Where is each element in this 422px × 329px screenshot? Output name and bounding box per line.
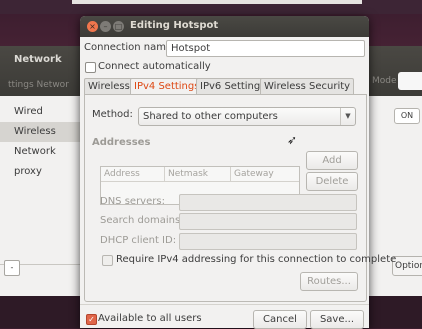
search-domains-field[interactable] (179, 213, 357, 230)
delete-button[interactable]: Delete (306, 172, 358, 191)
dns-servers-field[interactable] (179, 194, 357, 211)
add-button[interactable]: Add (306, 151, 358, 170)
dropdown-arrow-icon: ▼ (340, 108, 355, 125)
remove-device-button[interactable]: - (4, 260, 20, 276)
device-item-wireless[interactable]: Wireless (0, 122, 82, 142)
maximize-icon[interactable]: □ (113, 21, 124, 32)
tab-ipv6-settings[interactable]: IPv6 Settings (196, 78, 270, 94)
tab-wireless-security[interactable]: Wireless Security (260, 78, 355, 94)
tab-wireless[interactable]: Wireless (84, 78, 134, 94)
device-item-wired[interactable]: Wired (0, 102, 82, 122)
mode-field[interactable] (398, 72, 422, 90)
footer-divider (80, 304, 369, 305)
network-tabs: ttings Networ (8, 80, 69, 90)
dns-servers-label: DNS servers: (100, 196, 165, 207)
connection-name-label: Connection name: (84, 42, 176, 53)
method-label: Method: (92, 109, 133, 120)
dhcp-client-id-label: DHCP client ID: (100, 235, 177, 246)
editing-hotspot-dialog: × – □ Editing Hotspot Connection name: H… (80, 16, 396, 329)
column-gateway: Gateway (234, 169, 274, 179)
mouse-pointer-icon: ➶ (287, 133, 298, 147)
tab-ipv4-settings[interactable]: IPv4 Settings (130, 78, 204, 95)
dialog-titlebar: × – □ Editing Hotspot (80, 16, 369, 37)
search-domains-label: Search domains: (100, 215, 184, 226)
device-item-network-proxy[interactable]: Network proxy (0, 142, 82, 177)
network-title: Network (14, 54, 62, 65)
dhcp-client-id-field[interactable] (179, 233, 357, 250)
routes-button[interactable]: Routes... (300, 272, 358, 291)
cancel-button[interactable]: Cancel (253, 310, 307, 329)
require-ipv4-label: Require IPv4 addressing for this connect… (116, 254, 397, 265)
connection-name-field[interactable]: Hotspot (166, 40, 365, 57)
method-dropdown[interactable]: Shared to other computers ▼ (138, 107, 356, 126)
background-input-edge (72, 0, 362, 4)
options-button[interactable]: Option (392, 256, 422, 276)
mode-label: Mode (372, 76, 397, 86)
column-address: Address (101, 167, 165, 181)
connect-automatically-label: Connect automatically (98, 61, 211, 72)
addresses-heading: Addresses (92, 137, 151, 148)
column-netmask: Netmask (165, 167, 231, 181)
wireless-on-switch[interactable]: ON (394, 108, 420, 124)
dialog-title: Editing Hotspot (130, 20, 219, 31)
available-to-all-users-label: Available to all users (98, 313, 202, 324)
available-to-all-users-checkbox[interactable]: ✓ (86, 314, 97, 325)
table-header-divider (101, 181, 299, 182)
close-icon[interactable]: × (87, 21, 98, 32)
minimize-icon[interactable]: – (100, 21, 111, 32)
method-value: Shared to other computers (143, 111, 278, 122)
save-button[interactable]: Save... (310, 310, 364, 329)
require-ipv4-checkbox[interactable] (102, 255, 113, 266)
connect-automatically-checkbox[interactable] (85, 62, 96, 73)
network-device-list: Wired Wireless Network proxy (0, 102, 82, 177)
